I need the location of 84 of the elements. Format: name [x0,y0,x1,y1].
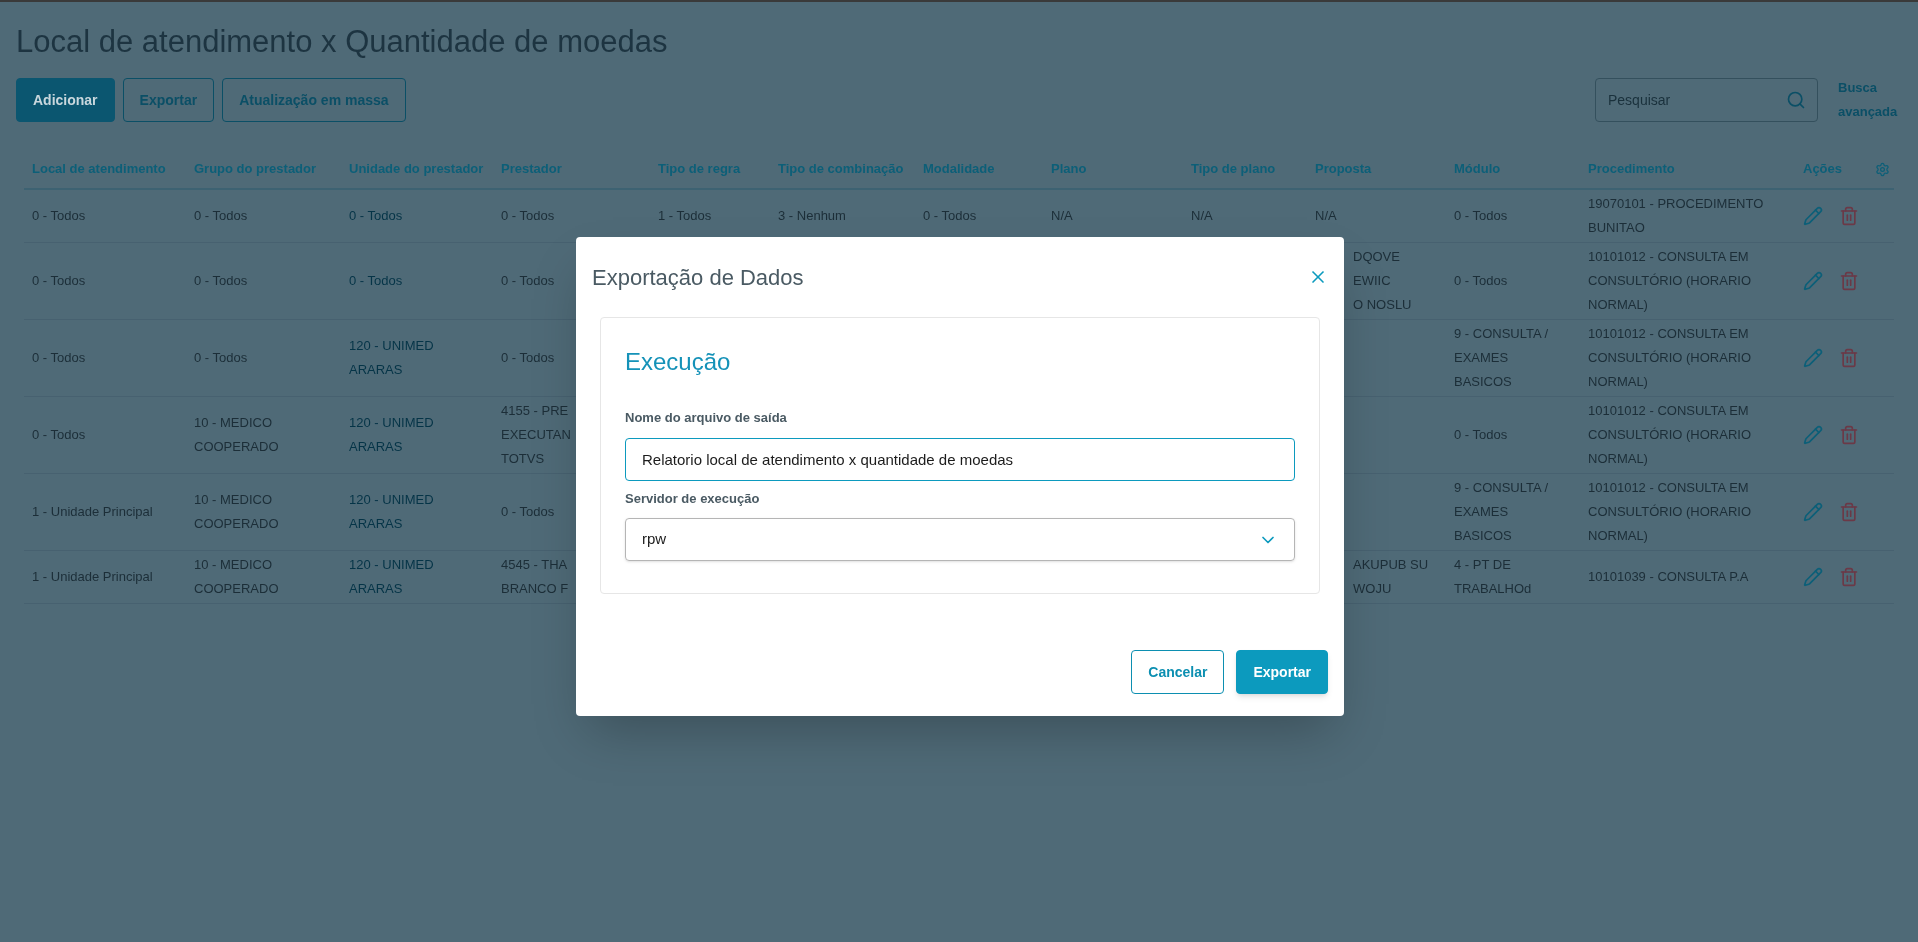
table-link[interactable]: 120 - UNIMED ARARAS [349,553,469,601]
section-title: Execução [625,347,732,377]
edit-icon[interactable] [1803,502,1823,522]
column-header[interactable]: Modalidade [923,159,995,179]
table-cell-text: 10 - MEDICO COOPERADO [194,414,280,456]
settings-icon[interactable] [1875,161,1890,177]
table-cell-text: 0 - Todos [194,272,248,290]
file-name-field[interactable]: Relatorio local de atendimento x quantidade de moedas [625,437,1295,481]
table-cell-text: N/A [1191,207,1213,225]
column-header[interactable]: Procedimento [1588,159,1675,179]
column-header[interactable]: Unidade do prestador [349,159,484,179]
table-cell-text: 0 - Todos [32,272,86,290]
table-link[interactable]: 120 - UNIMED ARARAS [349,334,469,382]
toolbar-button[interactable]: Atualização em massa [222,78,406,122]
column-header[interactable]: Ações [1803,159,1843,179]
table-cell-text: 0 - Todos [923,207,977,225]
search-icon[interactable] [1786,90,1806,110]
toolbar-button[interactable]: Exportar [122,78,215,122]
trash-icon[interactable] [1839,206,1859,226]
column-header[interactable]: Tipo de plano [1191,159,1276,179]
table-cell-text: N/A [1051,207,1073,225]
table-cell-text: 19070101 - PROCEDIMENTO BUNITAO [1588,195,1765,237]
table-cell-text: 3 - Nenhum [778,207,846,225]
table-link[interactable]: 0 - Todos [349,204,403,228]
table-cell-text: DQOVE EWIIC O NOSLU [1353,248,1412,314]
table-cell-text: 0 - Todos [1454,207,1508,225]
column-header[interactable]: Tipo de combinação [778,159,904,179]
table-cell-text: N/A [1315,207,1337,225]
field-label: Servidor de execução [625,489,761,508]
trash-icon[interactable] [1839,567,1859,587]
edit-icon[interactable] [1803,567,1823,587]
table-cell-text: 1 - Todos [658,207,712,225]
trash-icon[interactable] [1839,425,1859,445]
table-cell-text: 0 - Todos [501,503,555,521]
column-header[interactable]: Prestador [501,159,562,179]
trash-icon[interactable] [1839,271,1859,291]
column-header[interactable]: Módulo [1454,159,1501,179]
cancel-button[interactable]: Cancelar [1131,650,1225,694]
table-cell-text: 10101012 - CONSULTA EM CONSULTÓRIO (HORARIO NORMAL) [1588,325,1752,391]
advanced-search-link[interactable]: Busca avançada [1838,76,1902,124]
search-field[interactable]: Pesquisar [1595,78,1818,122]
table-cell-text: 10 - MEDICO COOPERADO [194,491,280,533]
table-link[interactable]: 120 - UNIMED ARARAS [349,488,469,536]
table-cell-text: 10101039 - CONSULTA P.A [1588,568,1749,586]
table-cell-text: 0 - Todos [32,349,86,367]
column-header[interactable]: Proposta [1315,159,1372,179]
table-cell-text: 0 - Todos [194,207,248,225]
trash-icon[interactable] [1839,502,1859,522]
table-cell-text: 0 - Todos [32,426,86,444]
table-cell-text: 10101012 - CONSULTA EM CONSULTÓRIO (HORARIO NORMAL) [1588,402,1752,468]
table-cell-text: 10101012 - CONSULTA EM CONSULTÓRIO (HORARIO NORMAL) [1588,248,1752,314]
table-cell-text: 0 - Todos [1454,426,1508,444]
table-cell-text: 0 - Todos [501,349,555,367]
export-button[interactable]: Exportar [1236,650,1328,694]
column-header[interactable]: Grupo do prestador [194,159,317,179]
table-cell-text: 9 - CONSULTA / EXAMES BASICOS [1454,479,1550,545]
edit-icon[interactable] [1803,206,1823,226]
dialog-title: Exportação de Dados [592,263,804,292]
toolbar-button[interactable]: Adicionar [16,78,115,122]
table-cell-text: 4545 - THA BRANCO F [501,556,569,598]
table-cell-text: 4 - PT DE TRABALHOd [1454,556,1533,598]
table-cell-text: 0 - Todos [501,207,555,225]
edit-icon[interactable] [1803,348,1823,368]
table-cell-text: 9 - CONSULTA / EXAMES BASICOS [1454,325,1550,391]
table-cell-text: 0 - Todos [501,272,555,290]
column-header[interactable]: Plano [1051,159,1087,179]
edit-icon[interactable] [1803,425,1823,445]
table-link[interactable]: 120 - UNIMED ARARAS [349,411,469,459]
column-header[interactable]: Local de atendimento [32,159,166,179]
trash-icon[interactable] [1839,348,1859,368]
table-cell-text: 10 - MEDICO COOPERADO [194,556,280,598]
column-header[interactable]: Tipo de regra [658,159,741,179]
table-link[interactable]: 0 - Todos [349,269,403,293]
table-cell-text: 0 - Todos [32,207,86,225]
table-cell-text: 1 - Unidade Principal [32,503,153,521]
table-cell-text: 0 - Todos [194,349,248,367]
server-select[interactable]: rpw [625,518,1295,561]
edit-icon[interactable] [1803,271,1823,291]
table-cell-text: 10101012 - CONSULTA EM CONSULTÓRIO (HORARIO NORMAL) [1588,479,1752,545]
table-cell-text: 0 - Todos [1454,272,1508,290]
table-cell-text: 4155 - PRE EXECUTAN TOTVS [501,402,571,468]
field-label: Nome do arquivo de saída [625,409,788,427]
table-cell-text: 1 - Unidade Principal [32,568,153,586]
table-cell-text: AKUPUB SU WOJU [1353,556,1429,598]
